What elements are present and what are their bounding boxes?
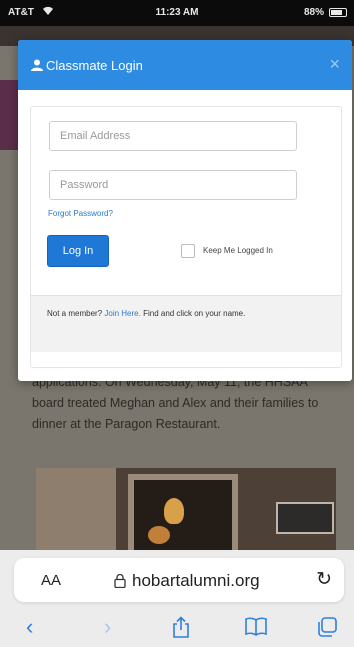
login-form: Forgot Password? Log In Keep Me Logged I… xyxy=(30,106,342,368)
user-icon xyxy=(31,58,43,71)
reload-icon[interactable]: ↻ xyxy=(316,568,332,591)
lock-icon xyxy=(114,573,128,589)
login-button[interactable]: Log In xyxy=(47,235,109,267)
url-text[interactable]: hobartalumni.org xyxy=(132,571,260,591)
status-bar: AT&T 11:23 AM 88% xyxy=(0,0,354,26)
tabs-icon[interactable] xyxy=(316,616,338,642)
footer-suffix: Find and click on your name. xyxy=(143,309,246,318)
share-icon[interactable] xyxy=(172,616,190,642)
footer-prefix: Not a member? xyxy=(47,309,103,318)
article-text: applications. On Wednesday, May 11, the … xyxy=(32,375,319,431)
clock: 11:23 AM xyxy=(155,7,199,18)
battery-percent: 88% xyxy=(303,7,324,18)
keep-logged-in-checkbox[interactable] xyxy=(181,244,195,258)
modal-header: Classmate Login × xyxy=(18,40,352,90)
password-field[interactable] xyxy=(49,170,297,200)
forward-icon[interactable]: › xyxy=(104,616,111,638)
email-field[interactable] xyxy=(49,121,297,151)
site-side-band xyxy=(0,80,20,150)
keep-logged-in-label: Keep Me Logged In xyxy=(203,246,273,255)
membership-note: Not a member? Join Here. Find and click … xyxy=(47,307,317,320)
browser-bottom-bar: AA hobartalumni.org ↻ ‹ › xyxy=(0,550,354,647)
close-icon[interactable]: × xyxy=(329,54,340,75)
modal-title: Classmate Login xyxy=(46,58,143,73)
join-here-link[interactable]: Join Here. xyxy=(104,309,140,318)
browser-toolbar: ‹ › xyxy=(0,610,354,647)
bookmarks-icon[interactable] xyxy=(244,616,268,640)
back-icon[interactable]: ‹ xyxy=(26,616,33,638)
login-modal: Classmate Login × Forgot Password? Log I… xyxy=(18,40,352,381)
text-size-button[interactable]: AA xyxy=(41,572,61,589)
forgot-password-link[interactable]: Forgot Password? xyxy=(48,209,113,218)
article-photo xyxy=(36,468,336,558)
modal-body: Forgot Password? Log In Keep Me Logged I… xyxy=(30,106,342,368)
battery-icon xyxy=(329,8,347,17)
address-bar[interactable]: AA hobartalumni.org ↻ xyxy=(14,558,344,602)
modal-footer: Not a member? Join Here. Find and click … xyxy=(31,295,341,352)
